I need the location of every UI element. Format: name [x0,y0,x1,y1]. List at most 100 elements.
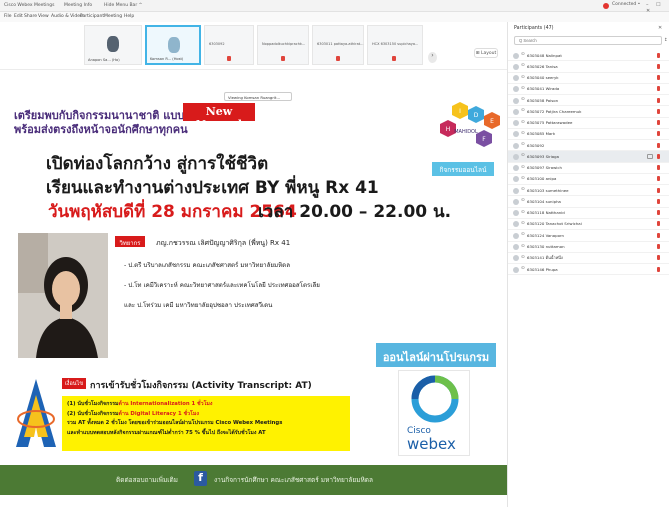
mic-muted-icon[interactable] [657,142,660,148]
participant-row[interactable]: ⊙ 6303093 Siriaga [508,151,669,163]
tile-label: Noppadolkuchkiprachk... [262,42,306,46]
participant-row[interactable]: ⊙ 6303104 sunipha [508,196,669,208]
mic-muted-icon[interactable] [657,165,660,171]
facebook-icon: f [194,471,207,486]
device-icon: ⊙ [521,52,525,57]
menu-meeting[interactable]: Meeting [104,14,122,19]
participant-row[interactable]: ⊙ 6303141 ต้นน้ำหนึ่ง [508,253,669,265]
video-tile[interactable]: Noppadolkuchkiprachk... [257,25,309,65]
svg-text:F: F [482,136,486,143]
participant-row[interactable]: ⊙ 6303100 anipa [508,174,669,186]
menu-audio-video[interactable]: Audio & Video [51,14,83,19]
mic-muted-icon[interactable] [657,221,660,227]
device-icon: ⊙ [521,130,525,136]
menu-edit[interactable]: Edit [14,14,23,19]
participant-row[interactable]: ⊙ 6303118 Natthanid [508,208,669,219]
at-line: รวม AT ทั้งหมด 2 ชั่วโมง โดยขอเข้าร่วมออ… [67,420,283,427]
menu-share[interactable]: Share [24,14,37,19]
avatar [513,153,519,160]
footer-contact-text: ติดต่อสอบถามเพิ่มเติม [116,476,178,484]
mic-muted-icon[interactable] [657,153,660,159]
menu-help[interactable]: Help [124,14,134,19]
participant-name: 6303026 Tanisa [527,63,558,69]
mic-muted-icon[interactable] [657,97,660,103]
mic-muted-icon[interactable] [657,198,660,204]
participant-row[interactable]: ⊙ 6303124 Vanaporn [508,230,669,242]
avatar [513,221,519,228]
device-icon: ⊙ [521,164,525,170]
mic-muted-icon[interactable] [657,63,660,69]
device-icon: ⊙ [521,142,525,148]
participant-row[interactable]: ⊙ 6303041 Wirada [508,84,669,96]
device-icon: ⊙ [521,63,525,69]
mic-muted-icon[interactable] [657,255,660,261]
menu-view[interactable]: View [38,14,49,19]
mic-muted-icon[interactable] [657,52,660,58]
device-icon: ⊙ [521,175,525,181]
mic-muted-icon[interactable] [657,131,660,137]
avatar [167,37,180,53]
online-via-program-banner: ออนไลน์ผ่านโปรแกรม [376,343,496,367]
participant-row[interactable]: ⊙ 6303146 Phupa [508,264,669,276]
avatar [513,210,519,217]
video-tile-active[interactable]: Komsan R... (Host) [145,25,201,65]
device-icon: ⊙ [521,254,525,260]
mic-muted-icon[interactable] [657,266,660,272]
menu-file[interactable]: File [4,14,12,19]
participant-row[interactable]: ⊙ 6303026 Tanisa [508,61,669,73]
svg-text:MAHIDOL: MAHIDOL [454,129,478,135]
avatar [513,97,519,104]
camera-icon[interactable] [647,153,653,159]
participant-row[interactable]: ⊙ 6303103 sumethinee [508,185,669,197]
avatar [513,52,519,59]
participant-row[interactable]: ⊙ 6303075 Pattarawadee [508,118,669,129]
meeting-info-button[interactable]: Meeting Info [64,3,92,8]
participant-row[interactable]: ⊙ 6303092 [508,140,669,152]
participant-name: 6303072 Patjira Chareemuk [527,108,582,114]
layout-button[interactable]: ⊞ Layout [474,48,498,58]
mic-muted-icon[interactable] [657,75,660,81]
participant-row[interactable]: ⊙ 6303097 Sirawich [508,163,669,174]
avatar [513,232,519,239]
tile-name: Anapon Sa... (Ho) [88,58,120,62]
device-icon: ⊙ [521,153,525,159]
participant-search-input[interactable] [514,36,662,45]
close-icon[interactable]: ✕ [658,25,662,31]
tile-label: 6303011 pattaya-athirat... [317,42,364,46]
mic-muted-icon[interactable] [657,108,660,114]
video-tile[interactable]: Anapon Sa... (Ho) [84,25,142,65]
video-tile[interactable]: HCX 6303150 supichaya... [367,25,423,65]
participants-header[interactable]: Participants (47) [514,26,554,31]
participant-row[interactable]: ⊙ 6303120 Tanachot Sriwichai [508,219,669,231]
mic-muted-icon[interactable] [657,120,660,126]
participant-list: ⊙ 6303048 Nalinpat ⊙ 6303026 Tanisa ⊙ 6303040… [508,50,669,507]
svg-text:H: H [446,126,451,133]
mic-muted-icon[interactable] [657,232,660,238]
participant-row[interactable]: ⊙ 6303072 Patjira Chareemuk [508,106,669,118]
participant-row[interactable]: ⊙ 6303040 seeryk [508,73,669,84]
mic-muted-icon[interactable] [657,86,660,92]
next-page-icon[interactable]: › [428,52,437,63]
video-tile[interactable]: 6303092 [204,25,254,65]
participant-row[interactable]: ⊙ 6303130 nuttamon [508,242,669,253]
mic-muted-icon [335,56,340,61]
participant-name: 6303120 Tanachot Sriwichai [527,221,582,227]
device-icon: ⊙ [521,97,525,103]
participant-name: 6303104 sunipha [527,198,561,204]
mic-muted-icon[interactable] [657,187,660,193]
connection-status[interactable]: Connected • [612,2,640,7]
mic-muted-icon[interactable] [657,176,660,182]
mic-muted-icon[interactable] [657,210,660,216]
mic-muted-icon[interactable] [657,244,660,250]
avatar [513,63,519,70]
participant-row[interactable]: ⊙ 6303085 Mark [508,129,669,141]
device-icon: ⊙ [521,198,525,204]
participant-row[interactable]: ⊙ 6303048 Nalinpat [508,50,669,62]
hide-menu-bar-button[interactable]: Hide Menu Bar ^ [104,3,142,8]
sort-icon[interactable]: ↕ [664,38,668,43]
participant-row[interactable]: ⊙ 6303058 Paison [508,95,669,107]
menu-participant[interactable]: Participant [80,14,104,19]
participant-name: 6303141 ต้นน้ำหนึ่ง [527,255,563,261]
app-title: Cisco Webex Meetings [4,3,55,8]
video-tile[interactable]: 6303011 pattaya-athirat... [312,25,364,65]
